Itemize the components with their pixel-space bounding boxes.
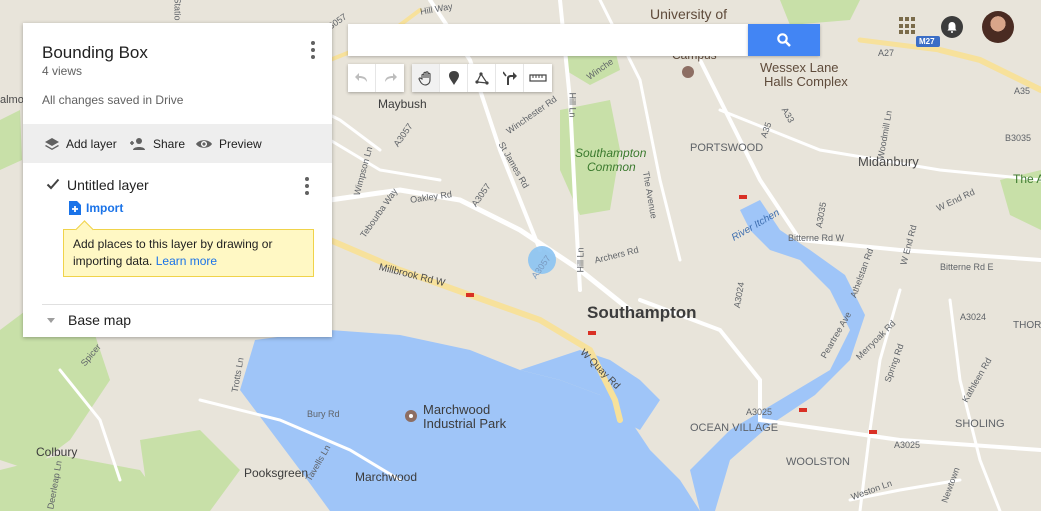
preview-button[interactable]: Preview — [195, 124, 262, 163]
add-directions-tool[interactable] — [496, 64, 524, 92]
preview-label: Preview — [219, 136, 262, 151]
label-marchwood: Marchwood — [355, 470, 418, 484]
avatar[interactable] — [982, 11, 1014, 43]
label-wessex-2: Halls Complex — [764, 74, 848, 89]
label-hill-ln: Hill Ln — [567, 92, 578, 118]
redo-button[interactable] — [376, 64, 404, 92]
label-bitterne-rd-e: Bitterne Rd E — [940, 262, 994, 272]
label-a27: A27 — [878, 48, 895, 58]
hand-icon — [417, 71, 431, 86]
label-the-a: The A — [1013, 172, 1041, 186]
eye-icon — [196, 139, 212, 148]
draw-line-tool[interactable] — [468, 64, 496, 92]
chevron-down-icon — [47, 318, 55, 323]
poi-icon-inner — [409, 414, 413, 418]
search-input[interactable] — [348, 24, 748, 56]
measure-tool[interactable] — [524, 64, 552, 92]
import-file-icon — [69, 201, 81, 215]
undo-redo-group — [348, 64, 404, 92]
panel-divider — [42, 304, 332, 305]
layers-icon — [45, 137, 59, 150]
add-layer-button[interactable]: Add layer — [44, 124, 117, 163]
label-a3025-b: A3025 — [894, 440, 921, 450]
label-midanbury: Midanbury — [858, 154, 919, 169]
label-marchwood-ip-2: Industrial Park — [423, 416, 507, 431]
label-woolston: WOOLSTON — [786, 456, 850, 468]
label-university: University of — [650, 6, 728, 22]
campus-poi-icon — [682, 66, 694, 78]
label-marchwood-ip-1: Marchwood — [423, 402, 491, 417]
search-icon — [777, 33, 791, 47]
label-a3024-b: A3024 — [960, 312, 987, 322]
view-count: 4 views — [42, 64, 83, 78]
ruler-icon — [529, 74, 547, 82]
label-common-2: Common — [587, 160, 636, 174]
undo-button[interactable] — [348, 64, 376, 92]
map-title[interactable]: Bounding Box — [42, 43, 148, 63]
learn-more-link[interactable]: Learn more — [156, 254, 217, 268]
label-a35-b: A35 — [1014, 86, 1031, 96]
map-details-panel: Bounding Box 4 views All changes saved i… — [23, 23, 332, 337]
search-button[interactable] — [748, 24, 820, 56]
add-marker-tool[interactable] — [440, 64, 468, 92]
bell-icon — [947, 22, 957, 33]
layer-help-tip: Add places to this layer by drawing or i… — [63, 220, 314, 277]
panel-action-bar: Add layer Share Preview — [23, 124, 332, 163]
redo-icon — [385, 73, 397, 82]
label-sholing: SHOLING — [955, 418, 1005, 430]
save-status: All changes saved in Drive — [42, 93, 184, 107]
label-common-1: Southampton — [575, 146, 647, 160]
label-b3035: B3035 — [1005, 133, 1032, 143]
undo-icon — [354, 73, 367, 82]
layer-visibility-checkbox[interactable] — [46, 177, 60, 191]
label-bury: Bury Rd — [307, 409, 340, 419]
label-maybush: Maybush — [378, 97, 427, 111]
label-a3025-a: A3025 — [746, 407, 773, 417]
import-link[interactable]: Import — [69, 201, 123, 215]
add-person-icon — [130, 137, 145, 150]
layer-options-menu-icon[interactable] — [299, 175, 315, 197]
label-southampton: Southampton — [587, 303, 697, 322]
label-almo: almo — [0, 94, 24, 106]
share-button[interactable]: Share — [129, 124, 185, 163]
label-hill-ln-2: Hill Ln — [575, 247, 586, 273]
share-label: Share — [153, 136, 186, 151]
add-layer-label: Add layer — [66, 136, 117, 151]
label-colbury: Colbury — [36, 445, 78, 459]
map-options-menu-icon[interactable] — [305, 39, 321, 61]
label-wessex-1: Wessex Lane — [760, 60, 839, 75]
label-thor: THOR — [1013, 320, 1041, 331]
label-portswood: PORTSWOOD — [690, 142, 764, 154]
drawing-tools-group — [412, 64, 552, 92]
directions-icon — [502, 71, 517, 85]
base-map-label: Base map — [68, 312, 132, 328]
label-ocean-village: OCEAN VILLAGE — [690, 422, 779, 434]
marker-icon — [448, 71, 459, 85]
import-label: Import — [86, 201, 124, 215]
draw-line-icon — [474, 72, 489, 85]
layer-name[interactable]: Untitled layer — [67, 177, 149, 193]
select-pan-tool[interactable] — [412, 64, 440, 92]
tip-arrow — [75, 220, 94, 239]
label-station: Statio — [172, 0, 183, 21]
notifications-icon[interactable] — [941, 16, 963, 38]
label-bitterne-rd-w: Bitterne Rd W — [788, 233, 845, 243]
base-map-toggle[interactable]: Base map — [44, 312, 131, 328]
apps-icon[interactable] — [899, 17, 917, 35]
label-m27: M27 — [919, 37, 935, 46]
label-pooksgreen: Pooksgreen — [244, 466, 309, 480]
